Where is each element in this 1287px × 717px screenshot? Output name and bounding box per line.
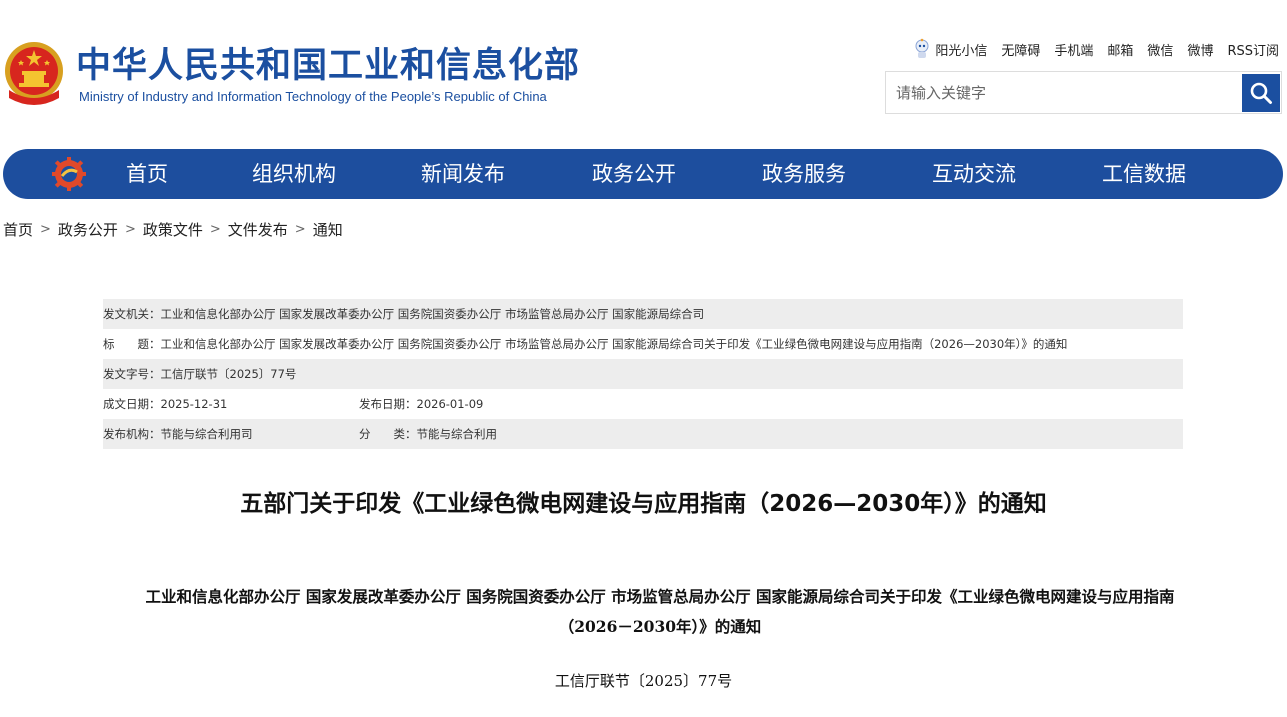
breadcrumb-government-affairs[interactable]: 政务公开	[58, 219, 118, 240]
breadcrumb-home[interactable]: 首页	[3, 219, 33, 240]
info-cell-category: 分 类： 节能与综合利用	[359, 426, 497, 442]
info-value-org: 节能与综合利用司	[160, 427, 253, 441]
nav-home[interactable]: 首页	[126, 149, 168, 199]
nav-government-services[interactable]: 政务服务	[762, 149, 846, 199]
toplink-rss[interactable]: RSS订阅	[1227, 40, 1279, 59]
site-header: 中华人民共和国工业和信息化部 Ministry of Industry and …	[0, 0, 1287, 140]
nav-government-affairs[interactable]: 政务公开	[592, 149, 676, 199]
breadcrumb-notice[interactable]: 通知	[313, 219, 343, 240]
nav-data[interactable]: 工信数据	[1102, 149, 1186, 199]
robot-icon	[915, 38, 929, 58]
info-label: 发文机关：	[103, 307, 161, 321]
info-value-docno: 工信厅联节〔2025〕77号	[160, 367, 297, 381]
miit-gear-logo-icon	[52, 157, 86, 191]
nav-organization[interactable]: 组织机构	[252, 149, 336, 199]
info-cell-date-written: 成文日期： 2025-12-31	[103, 396, 227, 412]
info-row-issuer: 发文机关： 工业和信息化部办公厅 国家发展改革委办公厅 国务院国资委办公厅 市场…	[103, 299, 1183, 329]
info-label: 成文日期：	[103, 397, 161, 411]
toplink-mailbox[interactable]: 邮箱	[1107, 40, 1133, 59]
document-info-table: 发文机关： 工业和信息化部办公厅 国家发展改革委办公厅 国务院国资委办公厅 市场…	[103, 299, 1183, 449]
toplink-label: 阳光小信	[935, 43, 988, 59]
nav-interaction[interactable]: 互动交流	[932, 149, 1016, 199]
info-row-docno: 发文字号： 工信厅联节〔2025〕77号	[103, 359, 1183, 389]
toplink-wechat[interactable]: 微信	[1147, 40, 1173, 59]
article-title: 五部门关于印发《工业绿色微电网建设与应用指南（2026—2030年）》的通知	[240, 491, 1047, 517]
toplink-mobile[interactable]: 手机端	[1054, 40, 1093, 59]
search-button[interactable]	[1242, 74, 1280, 112]
search-input[interactable]	[886, 72, 1242, 113]
toplink-sunshine-assistant[interactable]: 阳光小信	[913, 38, 987, 60]
info-row-org: 发布机构： 节能与综合利用司 分 类： 节能与综合利用	[103, 419, 1183, 449]
info-value-issuer: 工业和信息化部办公厅 国家发展改革委办公厅 国务院国资委办公厅 市场监管总局办公…	[160, 307, 705, 321]
search-box	[885, 71, 1282, 114]
national-emblem-icon	[5, 42, 63, 105]
breadcrumb-policy-documents[interactable]: 政策文件	[143, 219, 203, 240]
breadcrumb-separator: >	[40, 222, 51, 237]
info-row-dates: 成文日期： 2025-12-31 发布日期： 2026-01-09	[103, 389, 1183, 419]
info-value-category: 节能与综合利用	[416, 427, 498, 441]
info-value-date-written: 2025-12-31	[160, 397, 228, 411]
breadcrumb-separator: >	[209, 222, 221, 237]
info-label: 发布机构：	[103, 427, 161, 441]
info-label: 分 类：	[359, 427, 417, 441]
info-label: 发文字号：	[103, 367, 161, 381]
search-icon	[1250, 82, 1272, 104]
info-value-date-published: 2026-01-09	[416, 397, 484, 411]
info-label: 发布日期：	[359, 397, 417, 411]
info-cell-org: 发布机构： 节能与综合利用司	[103, 426, 253, 442]
article-doc-number: 工信厅联节〔2025〕77号	[554, 672, 733, 690]
breadcrumb-separator: >	[124, 222, 136, 237]
site-title[interactable]: 中华人民共和国工业和信息化部	[76, 44, 580, 88]
site-subtitle-en[interactable]: Ministry of Industry and Information Tec…	[79, 89, 547, 104]
toplink-accessibility[interactable]: 无障碍	[1001, 40, 1040, 59]
breadcrumb-document-release[interactable]: 文件发布	[228, 219, 288, 240]
main-nav: 首页 组织机构 新闻发布 政务公开 政务服务 互动交流 工信数据	[3, 149, 1283, 199]
info-row-title: 标 题： 工业和信息化部办公厅 国家发展改革委办公厅 国务院国资委办公厅 市场监…	[103, 329, 1183, 359]
article-heading: 工业和信息化部办公厅 国家发展改革委办公厅 国务院国资委办公厅 市场监管总局办公…	[145, 587, 1175, 636]
top-links: 阳光小信 无障碍 手机端 邮箱 微信 微博 RSS订阅	[899, 38, 1279, 60]
info-cell-date-published: 发布日期： 2026-01-09	[359, 396, 483, 412]
info-label: 标 题：	[103, 337, 161, 351]
nav-news[interactable]: 新闻发布	[421, 149, 505, 199]
info-value-title: 工业和信息化部办公厅 国家发展改革委办公厅 国务院国资委办公厅 市场监管总局办公…	[160, 337, 1068, 351]
breadcrumb-separator: >	[294, 222, 306, 237]
toplink-weibo[interactable]: 微博	[1187, 40, 1213, 59]
breadcrumb: 首页 > 政务公开 > 政策文件 > 文件发布 > 通知	[3, 219, 343, 240]
